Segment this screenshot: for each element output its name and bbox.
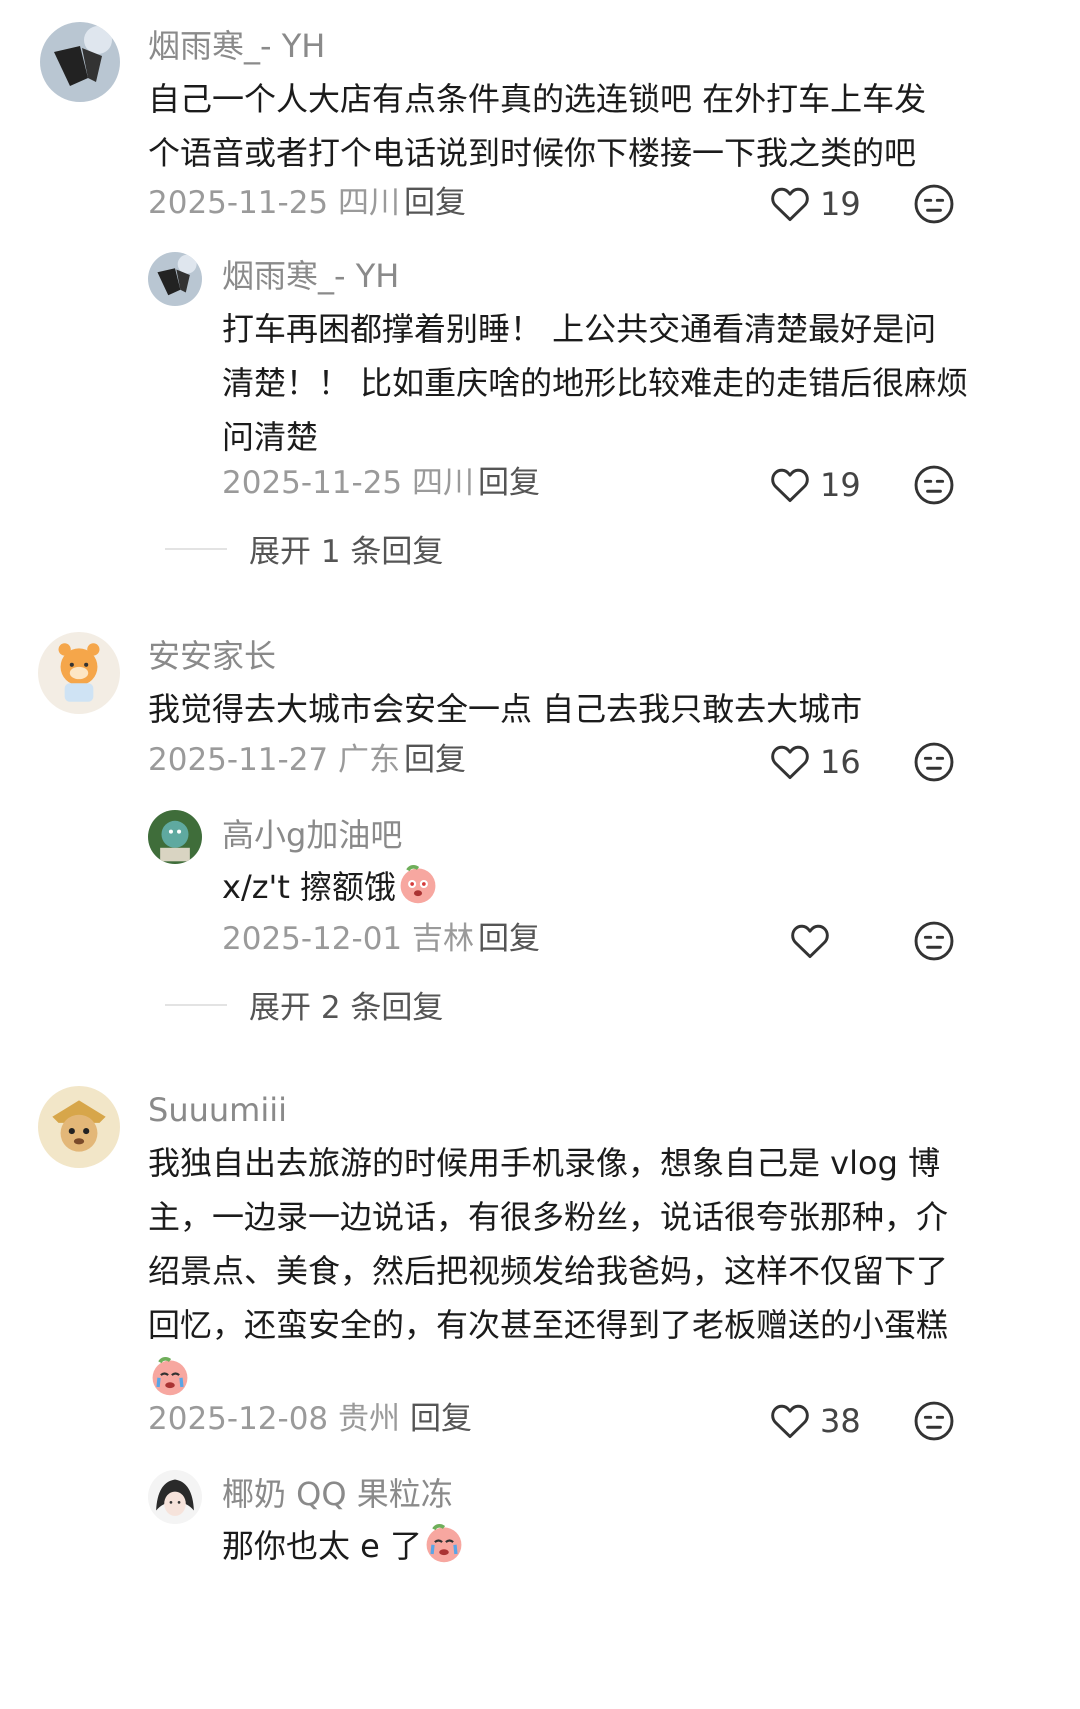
comment-username[interactable]: 安安家长 (148, 636, 276, 676)
reply-text: x/z't 擦额饿 (222, 860, 440, 914)
reply-button[interactable]: 回复 (410, 1399, 472, 1439)
comment-text: 自己一个人大店有点条件真的选连锁吧 在外打车上车发 个语音或者打个电话说到时候你… (148, 80, 927, 172)
like-button[interactable] (788, 916, 832, 966)
neutral-face-icon[interactable] (912, 463, 956, 507)
comment-timestamp: 2025-12-08 贵州 (148, 1401, 401, 1437)
like-button[interactable]: 19 (768, 179, 861, 229)
reply-button[interactable]: 回复 (478, 463, 540, 503)
expand-replies-label: 展开 2 条回复 (249, 990, 444, 1026)
reply-timestamp: 2025-12-01 吉林 (222, 921, 475, 957)
avatar[interactable] (148, 810, 202, 864)
reply-text: 那你也太 e 了 (222, 1519, 466, 1573)
heart-outline-icon (768, 740, 812, 784)
heart-outline-icon (768, 182, 812, 226)
reply-username[interactable]: 烟雨寒_- YH (222, 256, 399, 296)
reply-username[interactable]: 高小g加油吧 (222, 815, 402, 855)
peach-face-emoji (396, 862, 440, 906)
like-button[interactable]: 19 (768, 460, 861, 510)
comment-username[interactable]: Suuumiii (148, 1090, 287, 1130)
avatar[interactable] (40, 22, 120, 102)
avatar[interactable] (148, 252, 202, 306)
reply-button[interactable]: 回复 (404, 740, 466, 780)
expand-replies[interactable]: 展开 1 条回复 (165, 526, 443, 571)
neutral-face-icon[interactable] (912, 740, 956, 784)
reply-button[interactable]: 回复 (404, 183, 466, 223)
comment-timestamp: 2025-11-27 广东 (148, 742, 401, 778)
peach-face-emoji (422, 1521, 466, 1565)
like-button[interactable]: 38 (768, 1396, 861, 1446)
expand-replies-label: 展开 1 条回复 (249, 534, 444, 570)
reply-button[interactable]: 回复 (478, 919, 540, 959)
neutral-face-icon[interactable] (912, 1399, 956, 1443)
avatar[interactable] (148, 1470, 202, 1524)
like-button[interactable]: 16 (768, 737, 861, 787)
comment-text: 我独自出去旅游的时候用手机录像，想象自己是 vlog 博 主，一边录一边说话，有… (148, 1136, 948, 1406)
like-count: 19 (820, 466, 861, 504)
neutral-face-icon[interactable] (912, 182, 956, 226)
neutral-face-icon[interactable] (912, 919, 956, 963)
heart-outline-icon (768, 463, 812, 507)
avatar[interactable] (38, 632, 120, 714)
expand-replies[interactable]: 展开 2 条回复 (165, 982, 443, 1027)
avatar[interactable] (38, 1086, 120, 1168)
reply-username[interactable]: 椰奶 QQ 果粒冻 (222, 1474, 453, 1514)
peach-face-emoji (148, 1354, 192, 1398)
comment-username[interactable]: 烟雨寒_- YH (148, 26, 325, 66)
like-count: 16 (820, 743, 861, 781)
reply-text: 打车再困都撑着别睡！ 上公共交通看清楚最好是问 清楚！！ 比如重庆啥的地形比较难… (222, 310, 969, 456)
like-count: 38 (820, 1402, 861, 1440)
comment-text: 我觉得去大城市会安全一点 自己去我只敢去大城市 (148, 690, 863, 728)
comment-timestamp: 2025-11-25 四川 (148, 185, 401, 221)
like-count: 19 (820, 185, 861, 223)
heart-outline-icon (788, 919, 832, 963)
heart-outline-icon (768, 1399, 812, 1443)
reply-timestamp: 2025-11-25 四川 (222, 465, 475, 501)
